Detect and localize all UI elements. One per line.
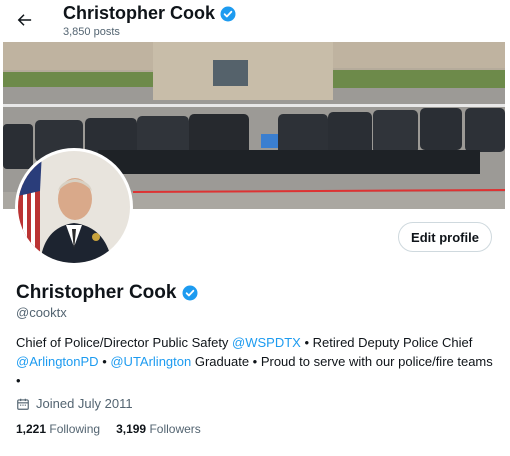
- bio-text: • Retired Deputy Police Chief: [300, 335, 473, 350]
- bio-mention-link[interactable]: @ArlingtonPD: [16, 354, 99, 369]
- back-button[interactable]: [12, 8, 36, 32]
- top-bar: Christopher Cook 3,850 posts: [0, 0, 510, 42]
- edit-profile-button[interactable]: Edit profile: [398, 222, 492, 252]
- back-arrow-icon: [17, 14, 32, 26]
- joined-text: Joined July 2011: [36, 396, 133, 411]
- header-name: Christopher Cook: [63, 3, 216, 23]
- bio-text: •: [16, 373, 21, 388]
- profile-name-row: Christopher Cook: [16, 282, 199, 304]
- following-count: 1,221: [16, 422, 47, 436]
- posts-count: 3,850 posts: [63, 26, 120, 38]
- bio-text: Chief of Police/Director Public Safety: [16, 335, 233, 350]
- avatar-image: [18, 151, 130, 263]
- verified-badge-icon: [220, 6, 236, 21]
- bio-mention-link[interactable]: @UTArlington: [110, 354, 191, 369]
- bio-mention-link[interactable]: @WSPDTX: [232, 335, 301, 350]
- follow-stats: 1,221 Following 3,199 Followers: [16, 422, 201, 436]
- calendar-icon: [17, 398, 29, 410]
- bio-text: Graduate • Proud to serve with our polic…: [191, 354, 493, 369]
- following-link[interactable]: 1,221 Following: [16, 422, 100, 436]
- avatar-image-wrap: [18, 151, 130, 263]
- profile-bio: Chief of Police/Director Public Safety @…: [16, 333, 502, 390]
- followers-count: 3,199: [116, 422, 147, 436]
- profile-avatar[interactable]: [15, 148, 133, 266]
- header-name-row: Christopher Cook: [63, 3, 237, 24]
- profile-handle: @cooktx: [16, 305, 67, 320]
- joined-date: Joined July 2011: [16, 396, 133, 411]
- following-label: Following: [49, 422, 101, 436]
- verified-badge-icon[interactable]: [181, 284, 199, 302]
- followers-link[interactable]: 3,199 Followers: [116, 422, 201, 436]
- followers-label: Followers: [149, 422, 201, 436]
- bio-text: •: [98, 354, 111, 369]
- profile-name: Christopher Cook: [16, 282, 177, 303]
